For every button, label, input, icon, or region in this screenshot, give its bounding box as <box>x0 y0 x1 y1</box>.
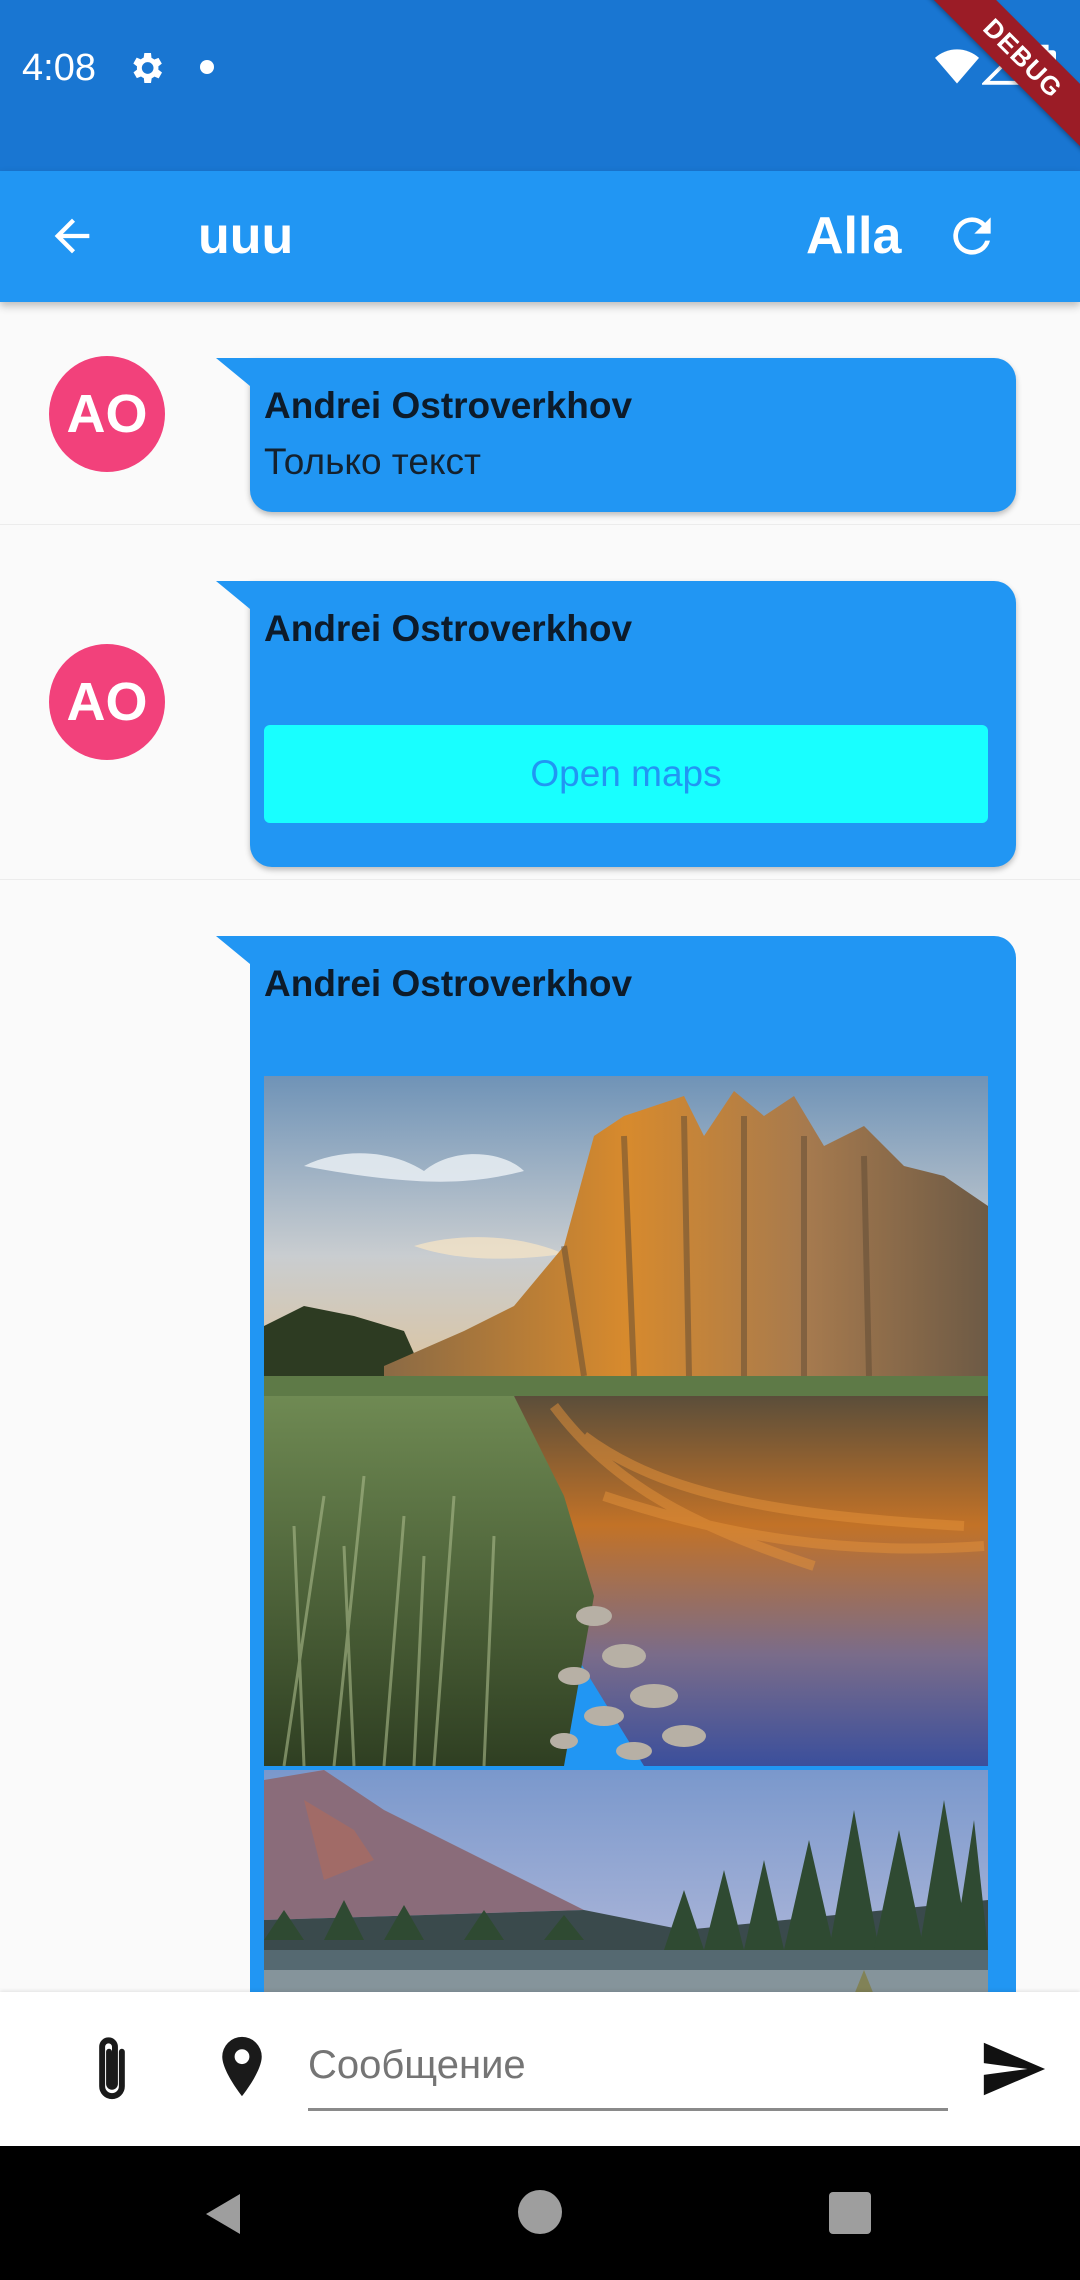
message-bubble: Andrei Ostroverkhov Open maps <box>216 581 1016 867</box>
page-title: uuu <box>198 207 294 265</box>
avatar: AO <box>49 356 165 472</box>
message-list[interactable]: AO Andrei Ostroverkhov Только текст AO A… <box>0 302 1080 1992</box>
avatar: AO <box>49 644 165 760</box>
chat-screen: 4:08 DEBUG uuu Alla AO Andrei Ostroverkh… <box>0 0 1080 2280</box>
status-time: 4:08 <box>22 47 96 89</box>
arrow-back-icon <box>54 218 90 254</box>
system-navigation-bar <box>0 2146 1080 2280</box>
debug-banner: DEBUG <box>920 0 1080 160</box>
message-item: AO Andrei Ostroverkhov Только текст <box>0 302 1080 525</box>
status-bar: 4:08 DEBUG <box>0 0 1080 171</box>
mountain-forest-photo[interactable] <box>264 1770 988 1992</box>
open-maps-button[interactable]: Open maps <box>264 725 988 823</box>
nav-home-icon[interactable] <box>518 2190 562 2234</box>
message-item: AO Andrei Ostroverkhov Open maps <box>0 525 1080 880</box>
river-cliffs-photo[interactable] <box>264 1076 988 1766</box>
app-bar: uuu Alla <box>0 171 1080 302</box>
message-input[interactable] <box>308 2022 948 2111</box>
message-input-bar <box>0 1992 1080 2146</box>
message-text: Только текст <box>264 441 481 482</box>
back-button[interactable] <box>40 204 104 268</box>
gear-icon <box>133 53 162 83</box>
message-bubble: Andrei Ostroverkhov <box>216 936 1016 1992</box>
refresh-button[interactable] <box>940 204 1004 268</box>
send-icon[interactable] <box>978 2034 1048 2104</box>
notification-dot-icon <box>200 60 214 74</box>
nav-back-icon[interactable] <box>200 2190 248 2238</box>
sender-name: Andrei Ostroverkhov <box>264 608 633 649</box>
attach-icon[interactable] <box>82 2032 142 2106</box>
sender-name: Andrei Ostroverkhov <box>264 963 633 1004</box>
nav-recents-icon[interactable] <box>829 2192 871 2234</box>
refresh-icon <box>953 217 991 255</box>
message-item: Andrei Ostroverkhov <box>0 880 1080 1992</box>
message-bubble: Andrei Ostroverkhov Только текст <box>216 358 1016 512</box>
location-pin-icon[interactable] <box>212 2032 272 2106</box>
debug-label: DEBUG <box>926 0 1080 155</box>
current-user-name: Alla <box>806 207 902 265</box>
sender-name: Andrei Ostroverkhov <box>264 385 633 426</box>
